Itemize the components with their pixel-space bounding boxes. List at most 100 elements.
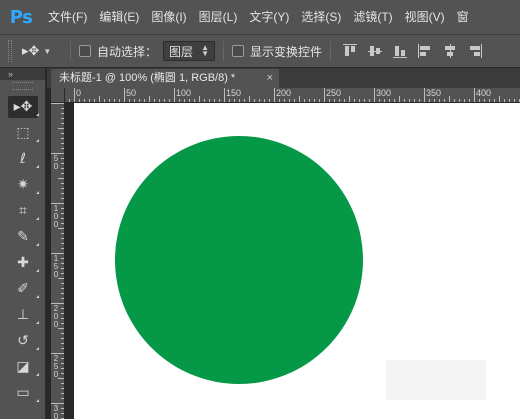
- ruler-tick: [429, 99, 430, 102]
- ruler-tick: [149, 96, 150, 102]
- menu-filter[interactable]: 滤镜(T): [347, 0, 398, 34]
- ruler-tick: [61, 118, 64, 119]
- ruler-tick: [51, 103, 64, 104]
- options-divider: [70, 41, 71, 61]
- clone-stamp-tool[interactable]: ⊥: [0, 302, 46, 328]
- crop-tool-box: ⌗: [8, 200, 38, 222]
- eyedropper-tool[interactable]: ✎: [0, 224, 46, 250]
- ruler-tick: [464, 99, 465, 102]
- crop-tool[interactable]: ⌗: [0, 198, 46, 224]
- brush-tool[interactable]: ✐: [0, 276, 46, 302]
- move-tool[interactable]: ▸✥: [0, 94, 46, 120]
- ruler-tick: [61, 133, 64, 134]
- ruler-tick: [114, 99, 115, 102]
- menu-type[interactable]: 文字(Y): [243, 0, 295, 34]
- ruler-tick: [89, 99, 90, 102]
- auto-select-target-dropdown[interactable]: 图层 ▲ ▼: [163, 41, 216, 61]
- ruler-tick: [61, 293, 64, 294]
- options-bar-grip[interactable]: [8, 40, 12, 62]
- align-right-edges-icon[interactable]: [468, 44, 483, 58]
- ruler-tick: [294, 99, 295, 102]
- gradient-tool[interactable]: ▭: [0, 380, 46, 406]
- ruler-tick: [61, 258, 64, 259]
- align-horizontal-centers-icon[interactable]: [443, 44, 457, 58]
- ruler-label: 0: [76, 88, 82, 98]
- magic-wand-tool[interactable]: ✷: [0, 172, 46, 198]
- menu-edit[interactable]: 编辑(E): [93, 0, 145, 34]
- ruler-tick: [61, 388, 64, 389]
- clone-stamp-tool-box: ⊥: [8, 304, 38, 326]
- ruler-tick: [239, 99, 240, 102]
- ruler-tick: [61, 358, 64, 359]
- horizontal-ruler[interactable]: 0 50 100 150 200 250 300 350 400: [65, 88, 520, 103]
- menu-view[interactable]: 视图(V): [399, 0, 451, 34]
- close-icon[interactable]: ×: [267, 69, 273, 88]
- flyout-indicator-icon: [36, 243, 39, 246]
- flyout-indicator-icon: [36, 217, 39, 220]
- document-tab-title: 未标题-1 @ 100% (椭圆 1, RGB/8) *: [59, 72, 236, 84]
- lasso-tool[interactable]: ℓ: [0, 146, 46, 172]
- vertical-ruler[interactable]: 5 0 1 0 0 1 5 0 2 0 0 2 5 0 3 0 0: [51, 103, 65, 419]
- menu-window[interactable]: 窗: [451, 0, 475, 34]
- document-tab[interactable]: 未标题-1 @ 100% (椭圆 1, RGB/8) * ×: [51, 69, 279, 88]
- eraser-icon: ◪: [16, 359, 30, 375]
- green-ellipse-shape[interactable]: [115, 136, 363, 384]
- ruler-tick: [209, 99, 210, 102]
- ruler-tick: [194, 99, 195, 102]
- align-bottom-edges-icon[interactable]: [393, 44, 408, 58]
- healing-brush-tool-box: ✚: [8, 252, 38, 274]
- ruler-tick: [414, 99, 415, 102]
- flyout-indicator-icon: [36, 295, 39, 298]
- document-tab-strip: 未标题-1 @ 100% (椭圆 1, RGB/8) * ×: [47, 68, 520, 88]
- ruler-tick: [61, 208, 64, 209]
- ruler-tick: [284, 99, 285, 102]
- ruler-origin[interactable]: [51, 88, 65, 103]
- ruler-label: 250: [326, 88, 342, 98]
- ruler-tick: [324, 88, 325, 102]
- auto-select-checkbox[interactable]: [79, 45, 91, 57]
- ruler-tick: [459, 99, 460, 102]
- history-brush-tool[interactable]: ↺: [0, 328, 46, 354]
- marquee-tool-box: ⬚: [8, 122, 38, 144]
- ruler-tick: [424, 88, 425, 102]
- ruler-tick: [61, 413, 64, 414]
- ruler-tick: [61, 183, 64, 184]
- ruler-label: 100: [176, 88, 192, 98]
- ruler-tick: [389, 99, 390, 102]
- ruler-tick: [359, 99, 360, 102]
- ruler-tick: [61, 343, 64, 344]
- ruler-tick: [74, 88, 75, 102]
- ruler-tick: [61, 398, 64, 399]
- menu-layer[interactable]: 图层(L): [193, 0, 244, 34]
- align-top-edges-icon[interactable]: [343, 44, 358, 58]
- tools-panel-grip[interactable]: [12, 82, 33, 90]
- ruler-tick: [469, 99, 470, 102]
- ruler-tick: [61, 168, 64, 169]
- ruler-tick: [61, 263, 64, 264]
- app-logo-text: Ps: [9, 6, 33, 28]
- marquee-tool[interactable]: ⬚: [0, 120, 46, 146]
- canvas[interactable]: [74, 103, 520, 419]
- menu-select[interactable]: 选择(S): [295, 0, 347, 34]
- ruler-tick: [159, 99, 160, 102]
- tools-panel-collapse[interactable]: »: [0, 68, 45, 80]
- ruler-tick: [61, 188, 64, 189]
- ruler-label: 50: [126, 88, 137, 98]
- lasso-icon: ℓ: [20, 151, 26, 167]
- ruler-label: 350: [426, 88, 442, 98]
- history-brush-icon: ↺: [17, 333, 29, 349]
- ruler-tick: [364, 99, 365, 102]
- align-vertical-centers-icon[interactable]: [368, 44, 383, 58]
- menu-image[interactable]: 图像(I): [145, 0, 192, 34]
- eraser-tool[interactable]: ◪: [0, 354, 46, 380]
- tool-preset-picker[interactable]: ▸✥ ▼: [22, 40, 62, 62]
- align-left-edges-icon[interactable]: [418, 44, 432, 58]
- menu-file[interactable]: 文件(F): [42, 0, 93, 34]
- ruler-tick: [224, 88, 225, 102]
- healing-brush-tool[interactable]: ✚: [0, 250, 46, 276]
- ruler-tick: [61, 288, 64, 289]
- show-transform-checkbox[interactable]: [232, 45, 245, 57]
- ruler-tick: [269, 99, 270, 102]
- align-buttons: [343, 44, 493, 58]
- ruler-tick: [84, 99, 85, 102]
